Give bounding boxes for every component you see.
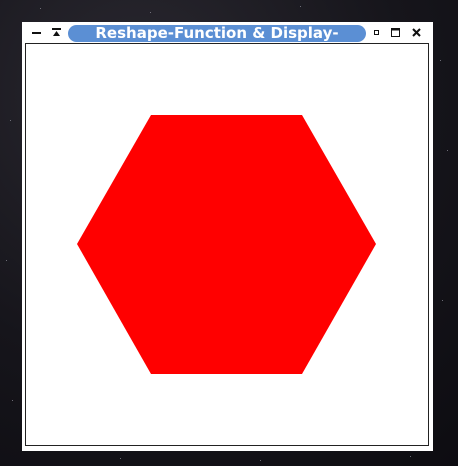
star — [447, 150, 448, 151]
star — [12, 400, 13, 401]
shade-icon — [52, 28, 61, 36]
star — [260, 460, 261, 461]
restore-icon — [374, 30, 379, 35]
star — [120, 458, 121, 459]
app-window: Reshape-Function & Display- — [22, 22, 433, 451]
minimize-button[interactable] — [30, 26, 43, 39]
drawing-canvas[interactable] — [26, 44, 428, 445]
star — [442, 300, 443, 301]
star — [150, 12, 151, 13]
shade-button[interactable] — [50, 26, 63, 39]
star — [300, 6, 301, 7]
restore-button[interactable] — [370, 26, 383, 39]
close-button[interactable] — [410, 26, 423, 39]
close-icon — [412, 28, 421, 37]
star — [6, 260, 7, 261]
window-title: Reshape-Function & Display- — [68, 25, 366, 42]
maximize-icon — [391, 28, 400, 37]
minimize-icon — [32, 32, 41, 34]
star — [410, 456, 411, 457]
titlebar[interactable]: Reshape-Function & Display- — [22, 22, 433, 44]
client-area[interactable] — [25, 43, 429, 446]
star — [440, 60, 441, 61]
maximize-button[interactable] — [389, 26, 402, 39]
star — [10, 120, 11, 121]
star — [40, 8, 41, 9]
